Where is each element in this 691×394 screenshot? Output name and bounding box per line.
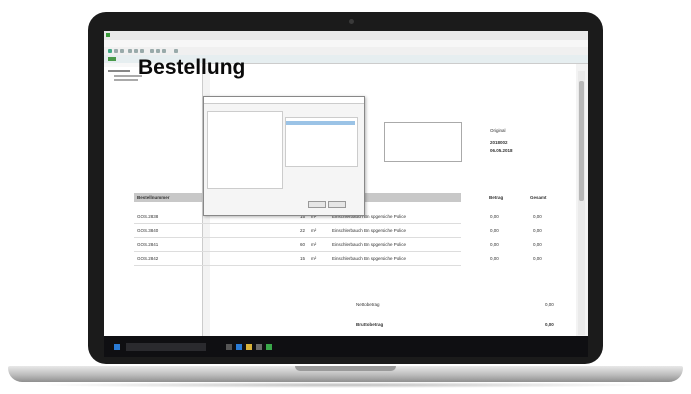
sum-label: Nettobetrag bbox=[356, 302, 380, 307]
table-cell: GOS.2838 bbox=[137, 214, 159, 219]
print-icon[interactable] bbox=[128, 49, 132, 53]
window-controls[interactable] bbox=[566, 33, 586, 38]
table-cell: Einschlerbauch Bn spgersiche Police bbox=[332, 228, 407, 233]
total-label: Bruttobetrag bbox=[356, 322, 384, 327]
table-cell: 0,00 bbox=[533, 228, 542, 233]
table-cell: m² bbox=[311, 256, 317, 261]
zoom-icon[interactable] bbox=[174, 49, 178, 53]
scrollbar-thumb[interactable] bbox=[579, 81, 584, 201]
redo-icon[interactable] bbox=[140, 49, 144, 53]
new-icon[interactable] bbox=[108, 49, 112, 53]
table-cell: Einschlerbauch Bn spgersiche Police bbox=[332, 256, 407, 261]
report-tree-panel[interactable] bbox=[104, 67, 203, 337]
start-icon[interactable] bbox=[114, 344, 120, 350]
sum-value: 0,00 bbox=[545, 302, 554, 307]
app-taskbar-icon[interactable] bbox=[266, 344, 272, 350]
app-icon bbox=[106, 33, 110, 37]
taskview-icon[interactable] bbox=[226, 344, 232, 350]
column-header: Betrag bbox=[489, 195, 504, 200]
paste-icon[interactable] bbox=[162, 49, 166, 53]
column-header: Gesamt bbox=[530, 195, 547, 200]
row-divider bbox=[134, 237, 461, 238]
total-value: 0,00 bbox=[545, 322, 554, 327]
table-cell: 0,00 bbox=[533, 242, 542, 247]
taskbar-search[interactable] bbox=[126, 343, 206, 351]
page-title: Bestellung bbox=[138, 56, 246, 79]
tree-item[interactable] bbox=[108, 70, 130, 72]
undo-icon[interactable] bbox=[134, 49, 138, 53]
dialog-titlebar bbox=[204, 97, 364, 104]
table-cell: m² bbox=[311, 228, 317, 233]
open-icon[interactable] bbox=[114, 49, 118, 53]
webcam bbox=[349, 19, 354, 24]
tree-item[interactable] bbox=[114, 79, 138, 81]
laptop-shadow bbox=[30, 382, 661, 388]
table-cell: GOS.3840 bbox=[137, 228, 159, 233]
row-divider bbox=[134, 251, 461, 252]
table-cell: 0,00 bbox=[533, 256, 542, 261]
layout-icon[interactable] bbox=[108, 57, 116, 61]
taskbar bbox=[104, 336, 588, 357]
table-cell: GOS.2842 bbox=[137, 256, 159, 261]
dialog-field-list[interactable] bbox=[207, 111, 283, 189]
row-divider bbox=[134, 223, 461, 224]
window-titlebar bbox=[104, 31, 588, 40]
edge-icon[interactable] bbox=[236, 344, 242, 350]
info-value: 06.05.2018 bbox=[490, 148, 513, 153]
table-cell: m² bbox=[311, 242, 317, 247]
dialog-ok-button[interactable] bbox=[308, 201, 326, 208]
table-cell: 0,00 bbox=[490, 242, 499, 247]
table-cell: Einschlerbauch Bn spgersiche Police bbox=[332, 242, 407, 247]
table-cell: 0,00 bbox=[490, 214, 499, 219]
table-cell: 60 bbox=[300, 242, 306, 247]
dialog-cancel-button[interactable] bbox=[328, 201, 346, 208]
table-cell: 0,00 bbox=[490, 228, 499, 233]
table-cell: 22 bbox=[300, 228, 306, 233]
explorer-icon[interactable] bbox=[246, 344, 252, 350]
dialog-window[interactable] bbox=[203, 96, 365, 216]
info-label: Original bbox=[490, 128, 506, 133]
info-value: 2018002 bbox=[490, 140, 508, 145]
copy-icon[interactable] bbox=[156, 49, 160, 53]
close-icon[interactable] bbox=[354, 98, 358, 102]
info-box bbox=[384, 122, 462, 162]
dialog-selected-item[interactable] bbox=[286, 121, 355, 125]
save-icon[interactable] bbox=[120, 49, 124, 53]
store-icon[interactable] bbox=[256, 344, 262, 350]
laptop-notch bbox=[295, 366, 396, 371]
cut-icon[interactable] bbox=[150, 49, 154, 53]
column-header: Bestellnummer bbox=[137, 195, 170, 200]
row-divider bbox=[134, 265, 461, 266]
table-cell: GOS.2841 bbox=[137, 242, 159, 247]
table-cell: 0,00 bbox=[490, 256, 499, 261]
table-cell: 15 bbox=[300, 256, 306, 261]
table-cell: 0,00 bbox=[533, 214, 542, 219]
menu-bar bbox=[104, 40, 588, 47]
